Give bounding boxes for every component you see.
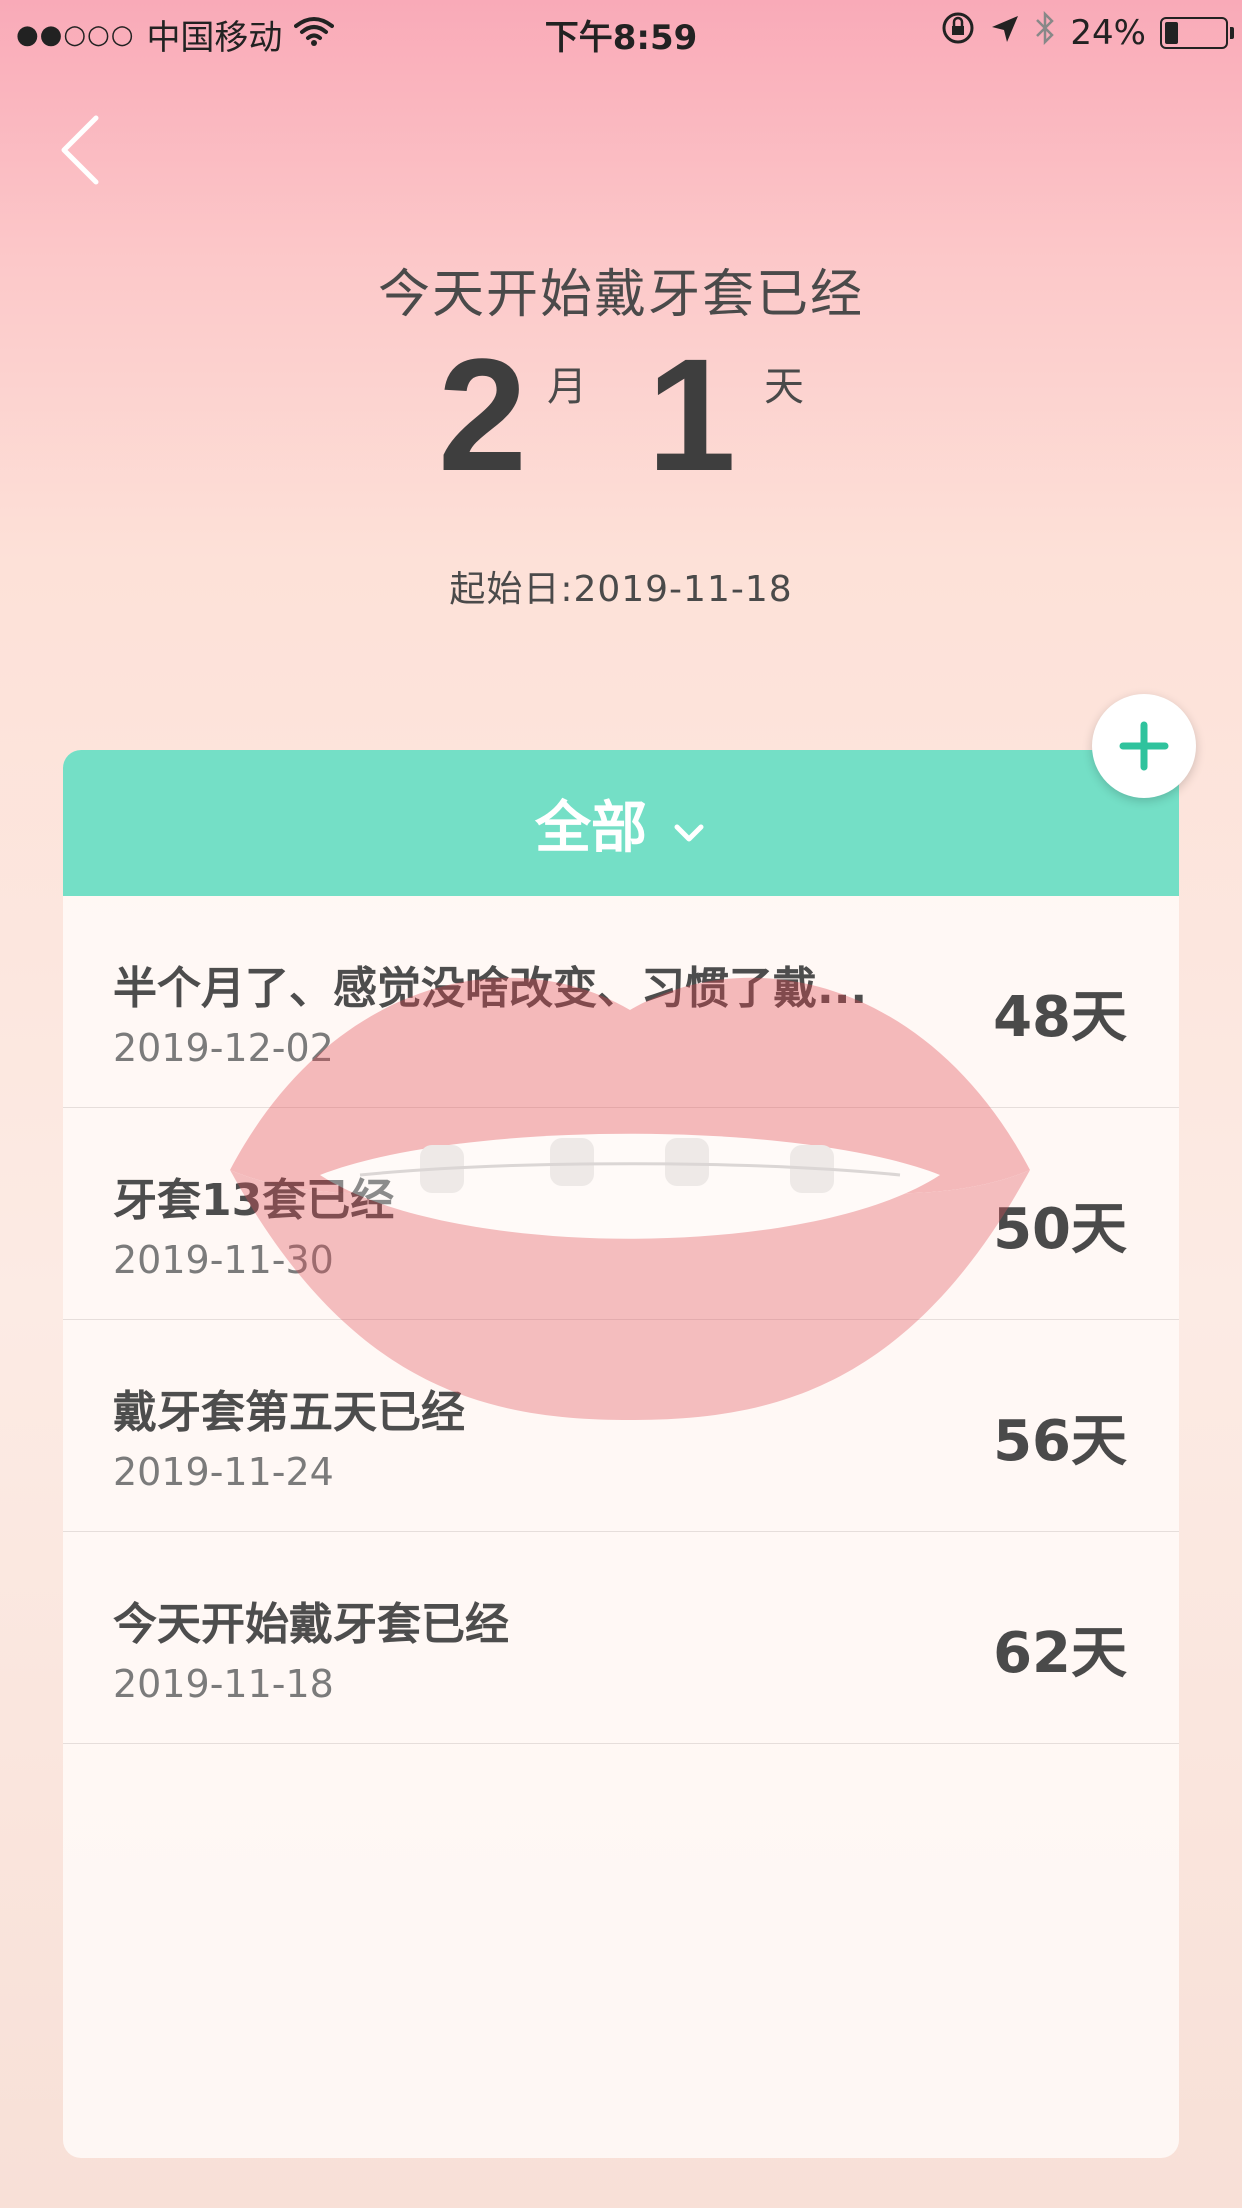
back-button[interactable] (54, 112, 114, 188)
day-unit: 天 (763, 364, 804, 410)
entry-date: 2019-11-24 (113, 1450, 334, 1494)
entry-title: 今天开始戴牙套已经 (113, 1599, 509, 1650)
duration-counter: 2 月 1 天 (0, 325, 1242, 504)
months-value: 2 (438, 325, 527, 504)
back-chevron-icon (61, 115, 99, 185)
status-bar: ●●○○○ 中国移动 下午8:59 24% (0, 0, 1242, 62)
month-unit: 月 (547, 364, 587, 410)
entry-date: 2019-11-18 (113, 1662, 334, 1706)
hero-title: 今天开始戴牙套已经 (377, 265, 864, 325)
battery-level (1165, 21, 1178, 44)
battery-percent: 24% (1070, 12, 1146, 53)
orientation-lock-icon (940, 10, 976, 55)
chevron-down-icon (671, 794, 707, 859)
lips-illustration (230, 977, 1030, 1420)
status-right: 24% (940, 10, 1234, 55)
days-value: 1 (647, 325, 736, 504)
list-item[interactable]: 今天开始戴牙套已经 2019-11-18 62天 (63, 1532, 1179, 1744)
plus-icon (1119, 721, 1169, 771)
location-icon (990, 13, 1020, 53)
entry-days-count: 62天 (993, 1621, 1127, 1686)
bluetooth-icon (1034, 10, 1056, 54)
filter-dropdown[interactable]: 全部 (63, 750, 1179, 896)
add-button[interactable] (1092, 694, 1196, 798)
battery-icon (1160, 16, 1234, 49)
filter-label: 全部 (535, 795, 647, 861)
start-date: 起始日:2019-11-18 (449, 569, 793, 610)
